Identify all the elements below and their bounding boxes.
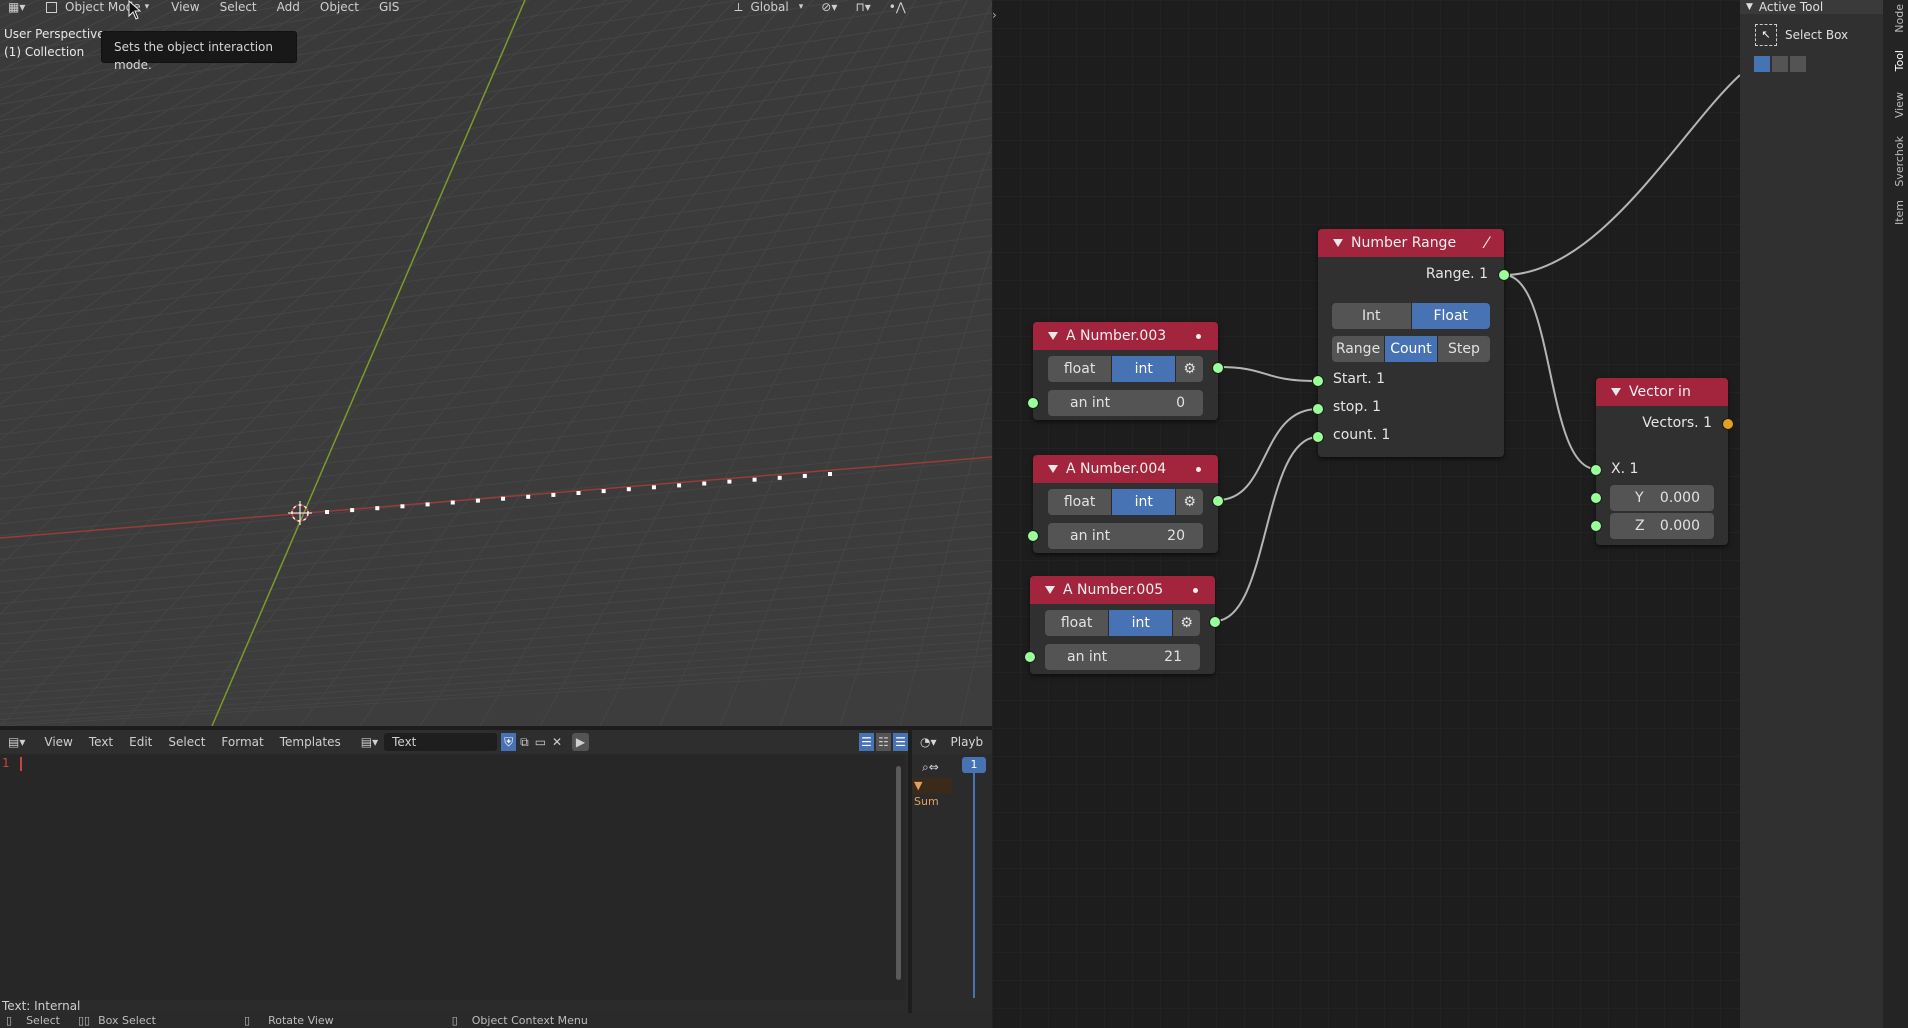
node-header[interactable]: Number Range ⁄ [1318,229,1504,257]
z-field[interactable]: Z 0.000 [1610,513,1714,539]
field-value: 0 [1176,395,1185,411]
link-range-x [1503,274,1597,470]
tool-select-box-icon[interactable]: ↖ [1755,24,1777,46]
tab-sverchok[interactable]: Sverchok [1893,136,1906,187]
int-button[interactable]: int [1111,356,1176,382]
input-socket-start[interactable] [1312,375,1324,387]
input-socket-z[interactable] [1590,520,1602,532]
input-socket[interactable] [1027,397,1039,409]
link-range-out [1503,74,1741,276]
output-socket[interactable] [1212,362,1224,374]
output-label: Vectors. 1 [1642,415,1712,431]
gear-icon[interactable]: ⚙ [1175,489,1203,515]
node-title: Number Range [1351,235,1457,251]
field-value: 21 [1164,649,1182,665]
node-title: A Number.003 [1066,328,1167,344]
int-button[interactable]: int [1108,610,1173,636]
step-button[interactable]: Step [1437,336,1490,362]
link-005-count [1214,436,1319,622]
an-int-field[interactable]: an int 20 [1048,523,1203,549]
field-label: Z [1635,518,1645,534]
count-button[interactable]: Count [1384,336,1437,362]
panel-title: Active Tool [1758,0,1824,14]
input-socket[interactable] [1024,651,1036,663]
field-label: an int [1067,649,1108,665]
output-socket[interactable] [1498,269,1510,281]
an-int-field[interactable]: an int 0 [1048,390,1203,416]
gear-icon[interactable]: ⚙ [1175,356,1203,382]
collapse-icon[interactable] [1045,586,1055,594]
tab-tool[interactable]: Tool [1893,50,1906,71]
number-type-toggle: float int ⚙ [1048,489,1203,515]
node-dot-icon [1196,467,1201,472]
int-button[interactable]: Int [1332,303,1411,329]
chevron-down-icon: ▼ [1746,2,1753,12]
output-socket[interactable] [1722,418,1734,430]
link-003-start [1217,366,1319,382]
node-header[interactable]: A Number.003 [1033,322,1218,350]
tab-node[interactable]: Node [1893,4,1906,33]
node-header[interactable]: Vector in [1596,378,1728,406]
select-mode-subtract-icon[interactable] [1790,56,1806,72]
tab-view[interactable]: View [1893,92,1906,118]
float-button[interactable]: float [1045,610,1109,636]
node-vector-in[interactable]: Vector in Vectors. 1 X. 1 Y 0.000 Z 0.00… [1590,378,1734,545]
int-button[interactable]: int [1111,489,1176,515]
node-header[interactable]: A Number.004 [1033,455,1218,483]
node-dot-icon [1196,334,1201,339]
number-type-toggle: float int ⚙ [1048,356,1203,382]
node-title: A Number.005 [1063,582,1164,598]
input-stop-label: stop. 1 [1333,399,1382,415]
field-label: Y [1635,490,1644,506]
collapse-icon[interactable] [1048,465,1058,473]
field-label: an int [1070,528,1111,544]
gear-icon[interactable]: ⚙ [1172,610,1200,636]
collapse-icon[interactable] [1611,388,1621,396]
select-mode-extend-icon[interactable] [1772,56,1788,72]
y-field[interactable]: Y 0.000 [1610,485,1714,511]
field-value: 20 [1167,528,1185,544]
node-a-number-004[interactable]: A Number.004 float int ⚙ an int 20 [1027,455,1224,553]
input-socket-stop[interactable] [1312,403,1324,415]
input-start-label: Start. 1 [1333,371,1386,387]
node-number-range[interactable]: Number Range ⁄ Range. 1 Int Float Range … [1312,229,1510,457]
tab-item[interactable]: Item [1893,200,1906,225]
type-toggle: Int Float [1332,303,1490,329]
float-button[interactable]: float [1048,489,1112,515]
node-title: A Number.004 [1066,461,1167,477]
sidebar-tabs: Node Tool View Sverchok Item [1883,0,1908,1028]
number-type-toggle: float int ⚙ [1045,610,1200,636]
link-004-stop [1217,408,1319,501]
collapse-icon[interactable] [1048,332,1058,340]
tool-name: Select Box [1785,28,1849,42]
node-sidebar: ▼ Active Tool ↖ Select Box [1740,0,1883,1028]
mode-toggle: Range Count Step [1332,336,1490,362]
select-mode-new-icon[interactable] [1754,56,1770,72]
float-button[interactable]: Float [1410,303,1490,329]
input-socket-y[interactable] [1590,492,1602,504]
field-value: 0.000 [1659,518,1700,534]
input-x-label: X. 1 [1611,461,1639,477]
line-preview-icon: ⁄ [1485,233,1488,252]
collapse-icon[interactable] [1333,239,1343,247]
output-label: Range. 1 [1425,266,1488,282]
input-socket[interactable] [1027,530,1039,542]
output-socket[interactable] [1209,616,1221,628]
input-count-label: count. 1 [1333,427,1391,443]
float-button[interactable]: float [1048,356,1112,382]
field-value: 0.000 [1659,490,1700,506]
an-int-field[interactable]: an int 21 [1045,644,1200,670]
output-socket[interactable] [1212,495,1224,507]
node-title: Vector in [1629,384,1691,400]
node-a-number-003[interactable]: A Number.003 float int ⚙ an int 0 [1027,322,1224,420]
input-socket-count[interactable] [1312,431,1324,443]
node-dot-icon [1193,588,1198,593]
active-tool-panel-header[interactable]: ▼ Active Tool [1740,0,1883,14]
input-socket-x[interactable] [1590,464,1602,476]
field-label: an int [1070,395,1111,411]
range-button[interactable]: Range [1332,336,1384,362]
node-header[interactable]: A Number.005 [1030,576,1215,604]
node-a-number-005[interactable]: A Number.005 float int ⚙ an int 21 [1024,576,1221,674]
